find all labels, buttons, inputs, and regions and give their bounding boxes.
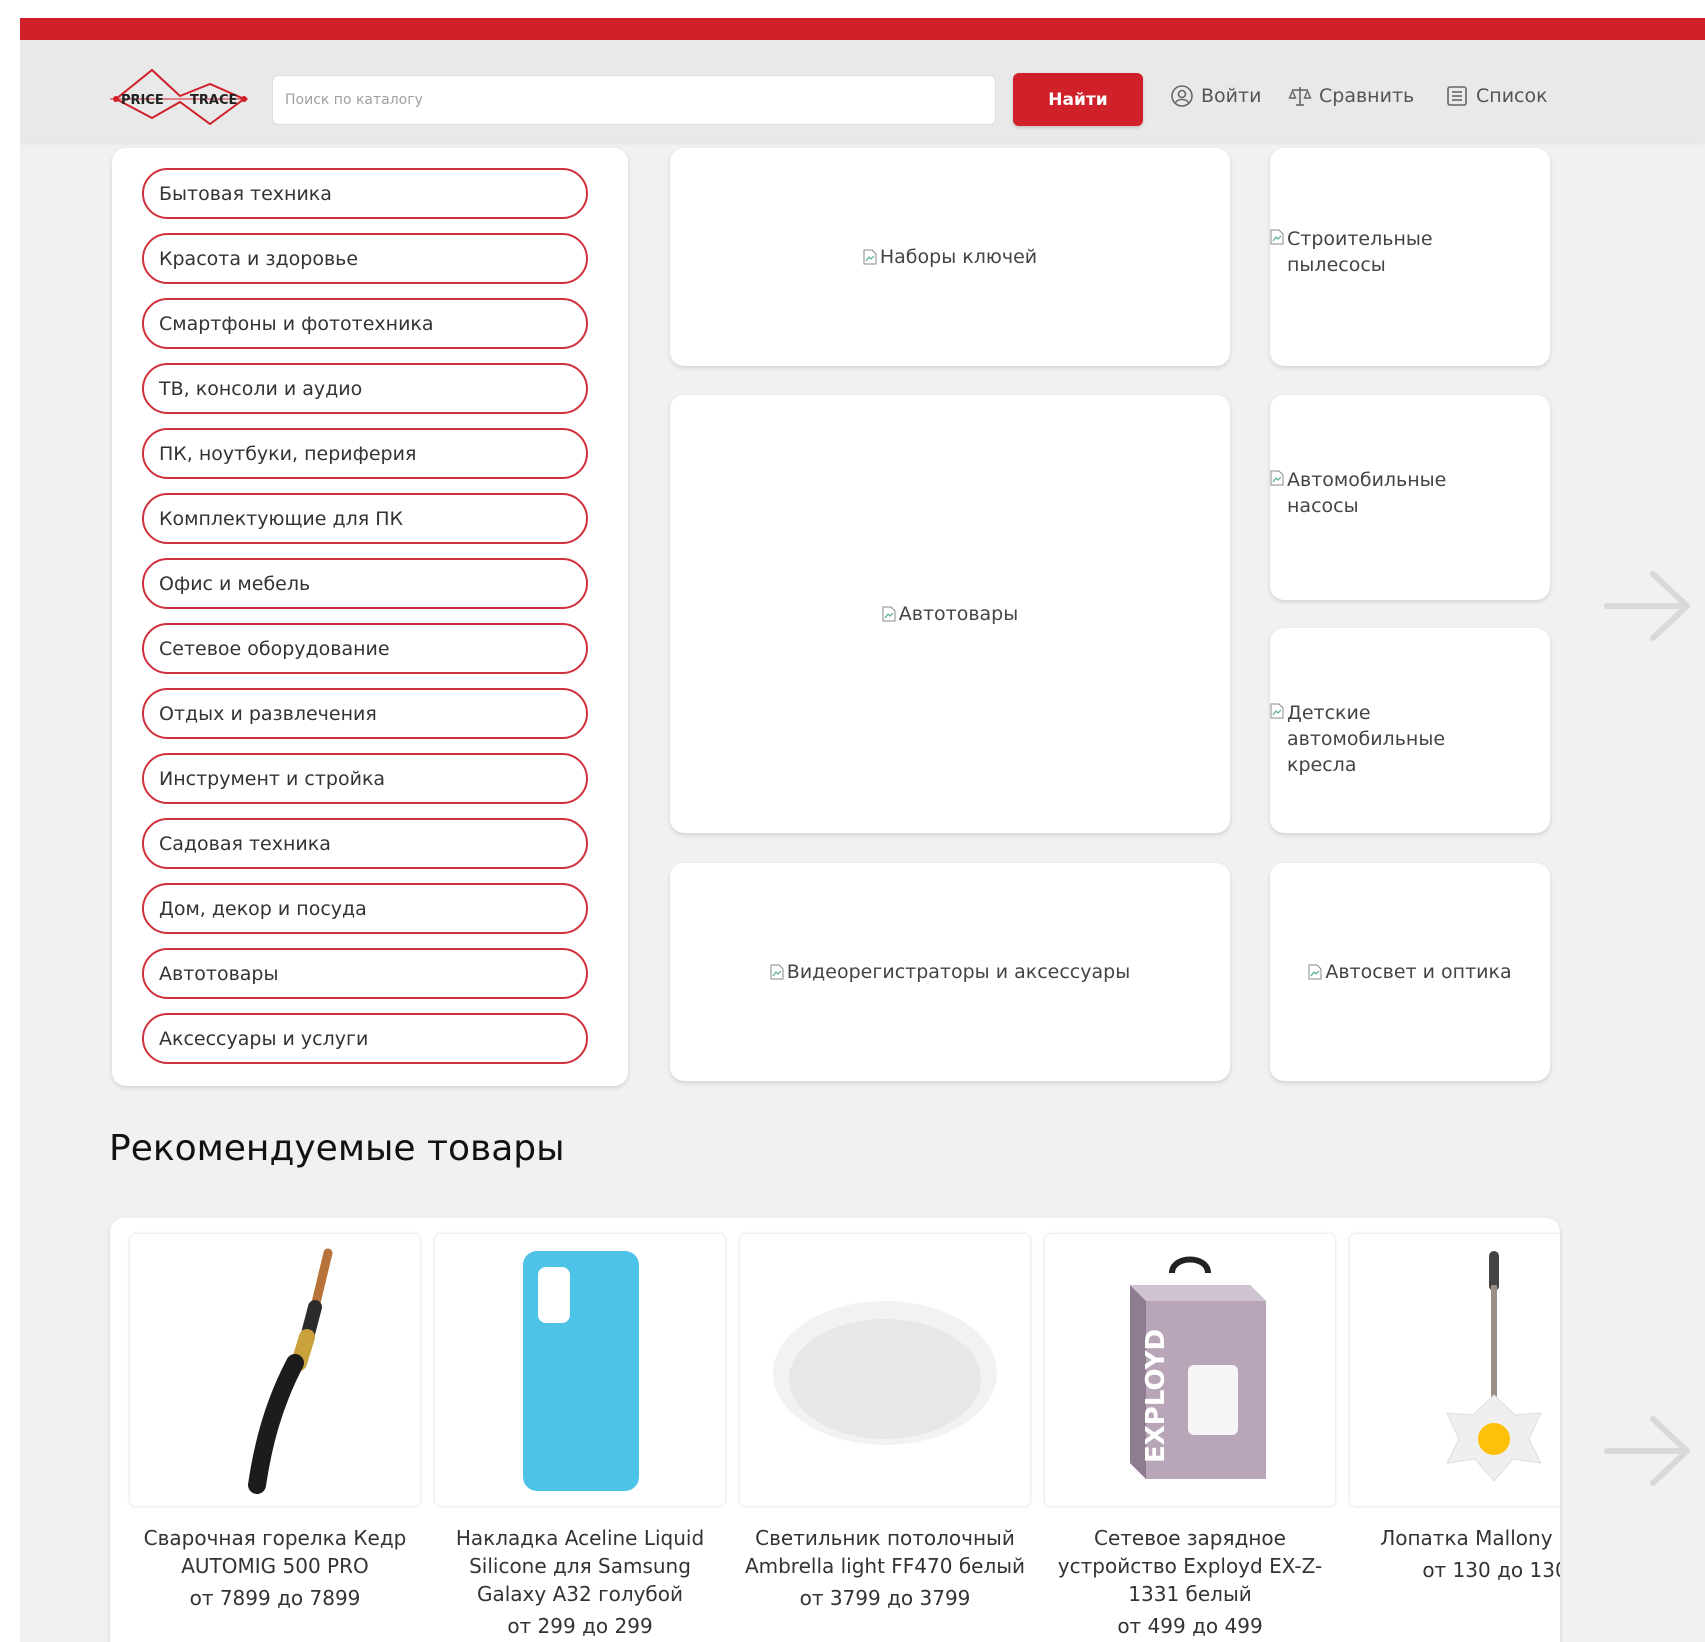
arrow-right-icon [1604,571,1690,641]
category-item[interactable]: Инструмент и стройка [142,753,588,804]
broken-image-icon [770,964,784,980]
tile-placeholder: Автотовары [882,603,1018,625]
product-name: Лопатка Mallony 6457 [1380,1526,1560,1550]
product-image [1350,1234,1560,1506]
list-icon [1447,86,1467,106]
tile-placeholder: Автомобильные насосы [1270,467,1520,519]
recommended-title: Рекомендуемые товары [109,1128,565,1169]
compare-label: Сравнить [1319,85,1415,107]
category-item[interactable]: Отдых и развлечения [142,688,588,739]
category-item[interactable]: Смартфоны и фототехника [142,298,588,349]
product-image [130,1234,420,1506]
tile-label: Строительные пылесосы [1287,228,1433,276]
charger-box-icon: EXPLOYD [1130,1256,1266,1479]
broken-image-icon [1270,470,1284,486]
logo-text-right: TRACE [190,93,237,108]
tile-placeholder: Детские автомобильные кресла [1270,700,1520,778]
tile-label: Наборы ключей [879,246,1038,268]
tile-keys[interactable]: Наборы ключей [670,148,1230,366]
tile-placeholder: Строительные пылесосы [1270,226,1520,278]
product-image [435,1234,725,1506]
arrow-right-icon [1604,1416,1690,1486]
category-item[interactable]: Комплектующие для ПК [142,493,588,544]
product-name: Накладка Aceline Liquid Silicone для Sam… [455,1526,705,1606]
list-label: Список [1476,85,1548,107]
list-link[interactable]: Список [1445,84,1548,108]
spatula-icon [1446,1251,1542,1482]
product-price: от 299 до 299 [507,1614,653,1638]
product-price: от 7899 до 7899 [189,1586,361,1610]
product-name: Сварочная горелка Кедр AUTOMIG 500 PRO [143,1526,407,1578]
top-accent-bar [20,18,1705,40]
page: PRICE TRACE Найти Войти Сравнить [20,18,1705,1642]
tile-auto[interactable]: Автотовары [670,395,1230,833]
category-list: Бытовая техника Красота и здоровье Смарт… [142,168,588,1078]
search-input[interactable] [272,75,996,125]
tile-label: Автотовары [898,603,1019,625]
category-item[interactable]: Бытовая техника [142,168,588,219]
welding-torch-icon [248,1248,333,1494]
tile-label: Автосвет и оптика [1325,961,1512,983]
search-button[interactable]: Найти [1013,73,1143,126]
login-link[interactable]: Войти [1170,84,1261,108]
product-price: от 130 до 130 [1422,1558,1560,1582]
product-image: EXPLOYD [1045,1234,1335,1506]
product-price: от 3799 до 3799 [799,1586,971,1610]
broken-image-icon [882,606,896,622]
product-card[interactable]: EXPLOYD Сетевое зарядное устройство Expl… [1045,1234,1335,1638]
product-row: Сварочная горелка Кедр AUTOMIG 500 PRO о… [130,1234,1560,1638]
product-card[interactable]: Сварочная горелка Кедр AUTOMIG 500 PRO о… [130,1234,420,1638]
logo-text-left: PRICE [121,93,164,108]
tile-lights[interactable]: Автосвет и оптика [1270,863,1550,1081]
tile-dvr[interactable]: Видеорегистраторы и аксессуары [670,863,1230,1081]
tile-label: Детские автомобильные кресла [1287,702,1446,776]
recommended-next-arrow-button[interactable] [1603,1413,1693,1489]
product-card[interactable]: Лопатка Mallony 6457 от 130 до 130 [1350,1234,1560,1638]
broken-image-icon [1270,229,1284,245]
product-image [740,1234,1030,1506]
tile-vacuum[interactable]: Строительные пылесосы [1270,148,1550,366]
category-item[interactable]: Красота и здоровье [142,233,588,284]
tile-pumps[interactable]: Автомобильные насосы [1270,395,1550,600]
logo[interactable]: PRICE TRACE [108,66,252,126]
broken-image-icon [863,249,877,265]
product-name: Светильник потолочный Ambrella light FF4… [744,1526,1026,1578]
next-arrow-button[interactable] [1603,568,1693,644]
category-item[interactable]: Сетевое оборудование [142,623,588,674]
category-item[interactable]: Офис и мебель [142,558,588,609]
categories-panel: Бытовая техника Красота и здоровье Смарт… [112,148,628,1086]
category-item[interactable]: Садовая техника [142,818,588,869]
category-item[interactable]: Автотовары [142,948,588,999]
product-box-brand: EXPLOYD [1141,1329,1171,1463]
tile-placeholder: Наборы ключей [863,246,1037,268]
product-name: Сетевое зарядное устройство Exployd EX-Z… [1057,1526,1323,1606]
recommended-panel: Сварочная горелка Кедр AUTOMIG 500 PRO о… [110,1218,1560,1642]
product-price: от 499 до 499 [1117,1614,1263,1638]
product-card[interactable]: Накладка Aceline Liquid Silicone для Sam… [435,1234,725,1638]
category-item[interactable]: ТВ, консоли и аудио [142,363,588,414]
tile-label: Автомобильные насосы [1287,469,1447,517]
broken-image-icon [1270,703,1284,719]
login-label: Войти [1201,85,1262,107]
tile-placeholder: Видеорегистраторы и аксессуары [770,961,1130,983]
tile-label: Видеорегистраторы и аксессуары [786,961,1131,983]
header: PRICE TRACE Найти Войти Сравнить [20,40,1705,142]
compare-link[interactable]: Сравнить [1288,84,1414,108]
category-item[interactable]: Аксессуары и услуги [142,1013,588,1064]
ceiling-lamp-icon [773,1301,997,1445]
broken-image-icon [1308,964,1322,980]
tile-placeholder: Автосвет и оптика [1308,961,1512,983]
logo-mark: PRICE TRACE [110,68,248,126]
category-item[interactable]: ПК, ноутбуки, периферия [142,428,588,479]
tile-seats[interactable]: Детские автомобильные кресла [1270,628,1550,833]
user-icon [1171,85,1193,107]
scales-icon [1288,87,1312,106]
category-item[interactable]: Дом, декор и посуда [142,883,588,934]
product-card[interactable]: Светильник потолочный Ambrella light FF4… [740,1234,1030,1638]
phone-case-icon [523,1251,639,1491]
